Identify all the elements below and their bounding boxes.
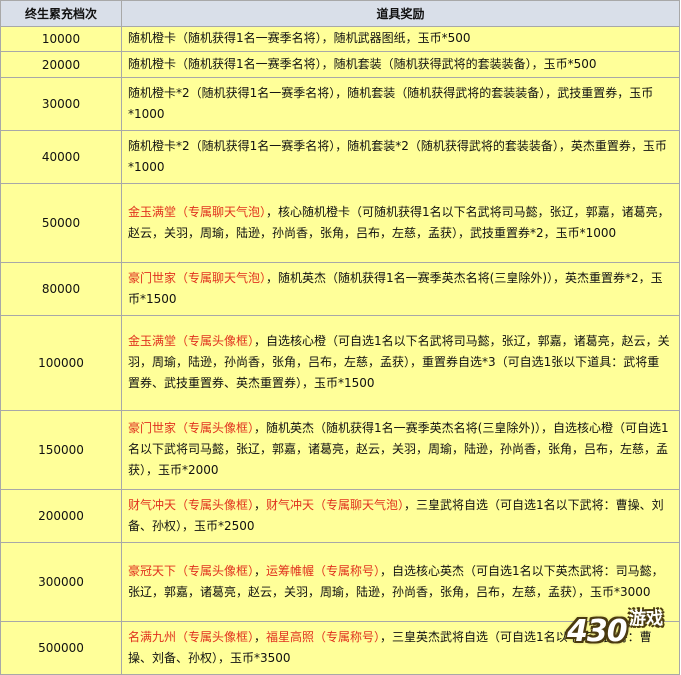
reward-cell: 豪冠天下（专属头像框），运筹帷幄（专属称号），自选核心英杰（可自选1名以下英杰武… [121, 542, 680, 622]
table-row: 10000 随机橙卡（随机获得1名一赛季名将），随机武器图纸，玉币*500 [0, 26, 680, 52]
table-row: 30000 随机橙卡*2（随机获得1名一赛季名将），随机套装（随机获得武将的套装装… [0, 77, 680, 131]
reward-cell: 豪门世家（专属头像框），随机英杰（随机获得1名一赛季英杰名将(三皇除外)），自选… [121, 410, 680, 490]
tier-cell: 500000 [0, 621, 122, 675]
table-row: 80000 豪门世家（专属聊天气泡），随机英杰（随机获得1名一赛季英杰名将(三皇除… [0, 262, 680, 316]
table-row: 150000 豪门世家（专属头像框），随机英杰（随机获得1名一赛季英杰名将(三皇除… [0, 410, 680, 490]
tier-cell: 100000 [0, 315, 122, 411]
reward-highlight: 金玉满堂（专属聊天气泡） [128, 204, 267, 219]
reward-highlight: 财气冲天（专属聊天气泡） [266, 497, 405, 512]
table-body: 10000 随机橙卡（随机获得1名一赛季名将），随机武器图纸，玉币*500 2000… [0, 26, 680, 675]
tier-cell: 50000 [0, 183, 122, 263]
reward-cell: 随机橙卡（随机获得1名一赛季名将），随机套装（随机获得武将的套装装备），玉币*5… [121, 51, 680, 78]
reward-cell: 财气冲天（专属头像框），财气冲天（专属聊天气泡），三皇武将自选（可自选1名以下武… [121, 489, 680, 543]
table-row: 20000 随机橙卡（随机获得1名一赛季名将），随机套装（随机获得武将的套装装备）… [0, 51, 680, 78]
reward-highlight: 财气冲天（专属头像框） [128, 497, 255, 512]
tier-cell: 300000 [0, 542, 122, 622]
tier-cell: 40000 [0, 130, 122, 184]
reward-text: ， [254, 629, 267, 644]
reward-text: ， [254, 497, 267, 512]
tier-cell: 10000 [0, 26, 122, 52]
tier-cell: 80000 [0, 262, 122, 316]
tier-cell: 150000 [0, 410, 122, 490]
table-header: 终生累充档次 道具奖励 [0, 0, 680, 27]
reward-cell: 随机橙卡（随机获得1名一赛季名将），随机武器图纸，玉币*500 [121, 26, 680, 52]
reward-highlight: 豪门世家（专属头像框） [128, 421, 255, 435]
tier-cell: 200000 [0, 489, 122, 543]
header-reward: 道具奖励 [121, 0, 680, 27]
reward-cell: 豪门世家（专属聊天气泡），随机英杰（随机获得1名一赛季英杰名将(三皇除外)），英… [121, 262, 680, 316]
table-row: 500000 名满九州（专属头像框），福星高照（专属称号），三皇英杰武将自选（可自… [0, 621, 680, 675]
reward-highlight: 名满九州（专属头像框） [128, 629, 255, 644]
reward-text: 随机橙卡*2（随机获得1名一赛季名将），随机套装*2（随机获得武将的套装装备），… [128, 138, 667, 174]
reward-cell: 名满九州（专属头像框），福星高照（专属称号），三皇英杰武将自选（可自选1名以下英… [121, 621, 680, 675]
reward-highlight: 福星高照（专属称号） [266, 629, 381, 644]
tier-cell: 20000 [0, 51, 122, 78]
reward-cell: 金玉满堂（专属聊天气泡），核心随机橙卡（可随机获得1名以下名武将司马懿，张辽，郭… [121, 183, 680, 263]
reward-table: 终生累充档次 道具奖励 10000 随机橙卡（随机获得1名一赛季名将），随机武器图… [0, 0, 680, 675]
reward-cell: 金玉满堂（专属头像框），自选核心橙（可自选1名以下名武将司马懿，张辽，郭嘉，诸葛… [121, 315, 680, 411]
table-row: 300000 豪冠天下（专属头像框），运筹帷幄（专属称号），自选核心英杰（可自选1… [0, 542, 680, 622]
table-row: 50000 金玉满堂（专属聊天气泡），核心随机橙卡（可随机获得1名以下名武将司马懿… [0, 183, 680, 263]
reward-text: 随机橙卡（随机获得1名一赛季名将），随机套装（随机获得武将的套装装备），玉币*5… [128, 56, 597, 71]
reward-highlight: 豪门世家（专属聊天气泡） [128, 270, 267, 285]
table-row: 40000 随机橙卡*2（随机获得1名一赛季名将），随机套装*2（随机获得武将的套… [0, 130, 680, 184]
table-row: 200000 财气冲天（专属头像框），财气冲天（专属聊天气泡），三皇武将自选（可自… [0, 489, 680, 543]
table-row: 100000 金玉满堂（专属头像框），自选核心橙（可自选1名以下名武将司马懿，张辽… [0, 315, 680, 411]
reward-highlight: 运筹帷幄（专属称号） [266, 563, 381, 578]
reward-text: ， [254, 563, 267, 578]
header-tier: 终生累充档次 [0, 0, 122, 27]
reward-highlight: 金玉满堂（专属头像框） [128, 334, 255, 348]
reward-cell: 随机橙卡*2（随机获得1名一赛季名将），随机套装（随机获得武将的套装装备），武技… [121, 77, 680, 131]
tier-cell: 30000 [0, 77, 122, 131]
reward-text: 随机橙卡*2（随机获得1名一赛季名将），随机套装（随机获得武将的套装装备），武技… [128, 85, 654, 121]
reward-cell: 随机橙卡*2（随机获得1名一赛季名将），随机套装*2（随机获得武将的套装装备），… [121, 130, 680, 184]
reward-highlight: 豪冠天下（专属头像框） [128, 563, 255, 578]
reward-text: 随机橙卡（随机获得1名一赛季名将），随机武器图纸，玉币*500 [128, 31, 471, 45]
header-row: 终生累充档次 道具奖励 [0, 0, 680, 27]
